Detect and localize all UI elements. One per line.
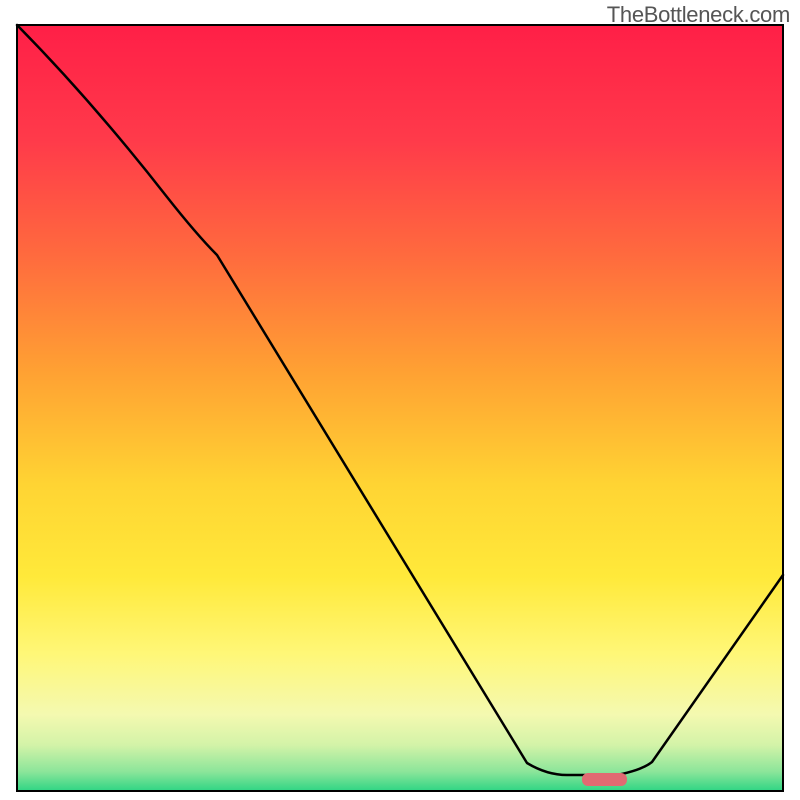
gradient-background bbox=[17, 25, 783, 791]
chart-svg bbox=[17, 25, 783, 791]
chart-area bbox=[17, 25, 783, 791]
watermark-text: TheBottleneck.com bbox=[607, 2, 790, 28]
optimal-marker bbox=[582, 773, 627, 786]
